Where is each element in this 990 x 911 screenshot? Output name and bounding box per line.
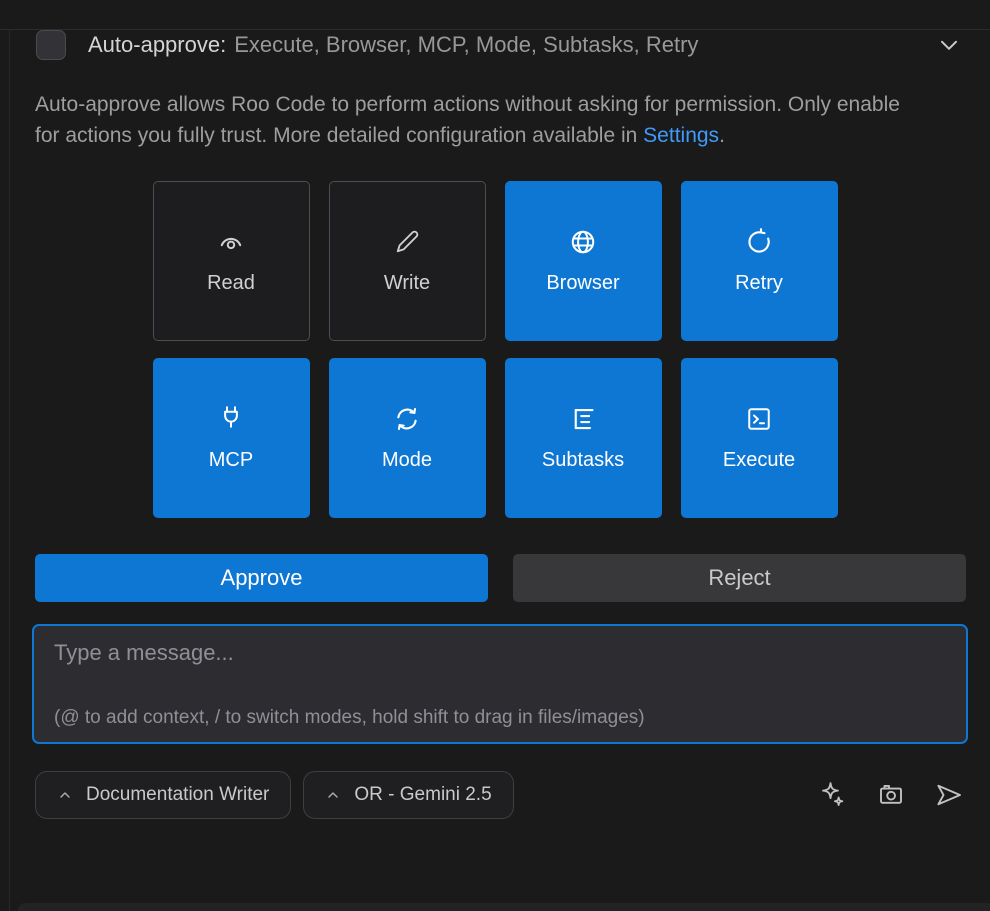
footer-icons: [816, 778, 966, 812]
auto-approve-summary: Execute, Browser, MCP, Mode, Subtasks, R…: [234, 32, 698, 58]
toggle-mode[interactable]: Mode: [329, 358, 486, 518]
chevron-down-icon[interactable]: [932, 28, 966, 62]
composer-footer: Documentation Writer OR - Gemini 2.5: [35, 771, 966, 819]
toggle-label: Write: [384, 272, 430, 295]
caret-up-icon: [57, 787, 73, 803]
toggle-label: MCP: [209, 449, 253, 472]
toggle-label: Retry: [735, 272, 783, 295]
list-tree-icon: [568, 404, 598, 434]
toggle-label: Execute: [723, 449, 795, 472]
toggle-subtasks[interactable]: Subtasks: [505, 358, 662, 518]
panel-top-border: [0, 29, 990, 30]
toggle-write[interactable]: Write: [329, 181, 486, 341]
description-period: .: [719, 124, 725, 147]
auto-approve-title: Auto-approve:: [88, 32, 226, 58]
message-input[interactable]: [34, 626, 966, 707]
toggle-label: Subtasks: [542, 449, 624, 472]
mode-selector[interactable]: Documentation Writer: [35, 771, 291, 819]
reject-button[interactable]: Reject: [513, 554, 966, 602]
auto-approve-checkbox[interactable]: [36, 30, 66, 60]
toggle-label: Browser: [546, 272, 619, 295]
mode-selector-label: Documentation Writer: [86, 784, 269, 806]
approve-button[interactable]: Approve: [35, 554, 488, 602]
composer-hint: (@ to add context, / to switch modes, ho…: [34, 707, 966, 742]
auto-approve-header[interactable]: Auto-approve: Execute, Browser, MCP, Mod…: [36, 29, 966, 61]
settings-link[interactable]: Settings: [643, 124, 719, 147]
eye-icon: [216, 227, 246, 257]
toggle-browser[interactable]: Browser: [505, 181, 662, 341]
sync-icon: [392, 404, 422, 434]
model-selector-label: OR - Gemini 2.5: [354, 784, 491, 806]
description-text: Auto-approve allows Roo Code to perform …: [35, 93, 900, 147]
caret-up-icon: [325, 787, 341, 803]
action-row: Approve Reject: [35, 554, 966, 602]
sparkle-icon[interactable]: [816, 778, 850, 812]
retry-icon: [744, 227, 774, 257]
toggle-read[interactable]: Read: [153, 181, 310, 341]
camera-icon[interactable]: [874, 778, 908, 812]
send-icon[interactable]: [932, 778, 966, 812]
toggle-label: Mode: [382, 449, 432, 472]
model-selector[interactable]: OR - Gemini 2.5: [303, 771, 513, 819]
globe-icon: [568, 227, 598, 257]
next-section-edge: [18, 903, 990, 911]
auto-approve-description: Auto-approve allows Roo Code to perform …: [35, 89, 927, 151]
message-composer[interactable]: (@ to add context, / to switch modes, ho…: [32, 624, 968, 744]
toggle-execute[interactable]: Execute: [681, 358, 838, 518]
terminal-icon: [744, 404, 774, 434]
pencil-icon: [392, 227, 422, 257]
panel-left-border: [9, 29, 10, 911]
toggle-retry[interactable]: Retry: [681, 181, 838, 341]
toggle-label: Read: [207, 272, 255, 295]
plug-icon: [216, 404, 246, 434]
auto-approve-toggle-grid: Read Write Browser Retry MCP Mode Subtasks Exec…: [0, 181, 990, 518]
toggle-mcp[interactable]: MCP: [153, 358, 310, 518]
